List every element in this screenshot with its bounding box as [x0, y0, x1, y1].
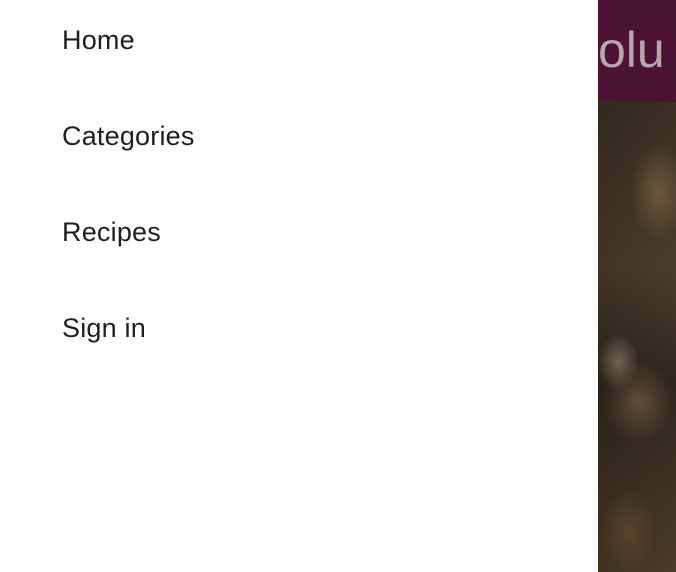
app-root: Home Categories Recipes Sign in olu: [0, 0, 676, 572]
nav-item-home[interactable]: Home: [62, 24, 135, 56]
hero-image-shade: [598, 102, 676, 572]
nav-item-sign-in[interactable]: Sign in: [62, 312, 146, 344]
page-header: olu: [598, 0, 676, 102]
page-header-title: olu: [598, 22, 665, 78]
background-page[interactable]: olu: [598, 0, 676, 572]
nav-item-categories[interactable]: Categories: [62, 120, 195, 152]
hero-image: [598, 102, 676, 572]
nav-item-recipes[interactable]: Recipes: [62, 216, 161, 248]
navigation-drawer: Home Categories Recipes Sign in: [0, 0, 598, 572]
